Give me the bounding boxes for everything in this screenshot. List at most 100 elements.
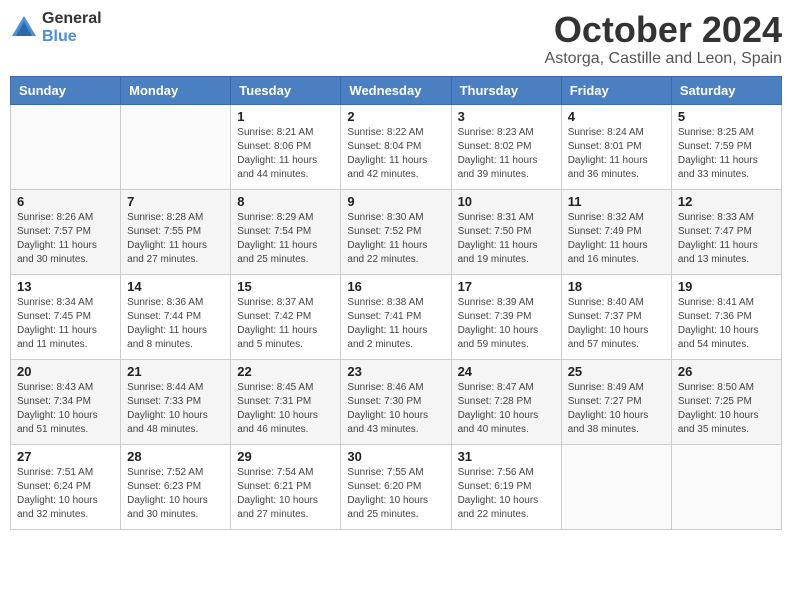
day-number: 28 [127,449,224,464]
day-info: Sunrise: 8:22 AM Sunset: 8:04 PM Dayligh… [347,126,444,182]
calendar-cell: 14Sunrise: 8:36 AM Sunset: 7:44 PM Dayli… [121,274,231,359]
day-number: 20 [17,364,114,379]
logo-blue: Blue [42,28,102,46]
day-info: Sunrise: 8:24 AM Sunset: 8:01 PM Dayligh… [568,126,665,182]
calendar-cell [11,104,121,189]
day-number: 4 [568,109,665,124]
day-info: Sunrise: 7:52 AM Sunset: 6:23 PM Dayligh… [127,466,224,522]
day-number: 10 [458,194,555,209]
day-number: 2 [347,109,444,124]
day-info: Sunrise: 8:41 AM Sunset: 7:36 PM Dayligh… [678,296,775,352]
day-info: Sunrise: 8:31 AM Sunset: 7:50 PM Dayligh… [458,211,555,267]
calendar-cell: 12Sunrise: 8:33 AM Sunset: 7:47 PM Dayli… [671,189,781,274]
day-number: 23 [347,364,444,379]
day-info: Sunrise: 8:26 AM Sunset: 7:57 PM Dayligh… [17,211,114,267]
day-info: Sunrise: 8:23 AM Sunset: 8:02 PM Dayligh… [458,126,555,182]
week-row-1: 1 Sunrise: 8:21 AM Sunset: 8:06 PM Daylig… [11,104,782,189]
day-info: Sunrise: 7:51 AM Sunset: 6:24 PM Dayligh… [17,466,114,522]
calendar-cell: 13Sunrise: 8:34 AM Sunset: 7:45 PM Dayli… [11,274,121,359]
header-row: SundayMondayTuesdayWednesdayThursdayFrid… [11,76,782,104]
day-number: 11 [568,194,665,209]
logo-icon [10,14,38,42]
calendar-cell: 30 Sunrise: 7:55 AM Sunset: 6:20 PM Dayli… [341,444,451,529]
location-title: Astorga, Castille and Leon, Spain [545,50,782,68]
day-number: 7 [127,194,224,209]
calendar-cell: 7 Sunrise: 8:28 AM Sunset: 7:55 PM Daylig… [121,189,231,274]
logo-text: General Blue [42,10,102,45]
day-number: 27 [17,449,114,464]
calendar-cell: 20 Sunrise: 8:43 AM Sunset: 7:34 PM Dayli… [11,359,121,444]
header-cell-tuesday: Tuesday [231,76,341,104]
month-title: October 2024 [545,10,782,50]
calendar-cell: 24Sunrise: 8:47 AM Sunset: 7:28 PM Dayli… [451,359,561,444]
day-number: 6 [17,194,114,209]
day-number: 16 [347,279,444,294]
day-number: 13 [17,279,114,294]
day-number: 30 [347,449,444,464]
day-number: 18 [568,279,665,294]
calendar-cell: 9Sunrise: 8:30 AM Sunset: 7:52 PM Daylig… [341,189,451,274]
day-info: Sunrise: 8:37 AM Sunset: 7:42 PM Dayligh… [237,296,334,352]
calendar-table: SundayMondayTuesdayWednesdayThursdayFrid… [10,76,782,530]
day-number: 21 [127,364,224,379]
calendar-cell: 19 Sunrise: 8:41 AM Sunset: 7:36 PM Dayli… [671,274,781,359]
day-info: Sunrise: 8:29 AM Sunset: 7:54 PM Dayligh… [237,211,334,267]
calendar-cell: 26 Sunrise: 8:50 AM Sunset: 7:25 PM Dayli… [671,359,781,444]
calendar-cell: 31 Sunrise: 7:56 AM Sunset: 6:19 PM Dayli… [451,444,561,529]
day-info: Sunrise: 8:30 AM Sunset: 7:52 PM Dayligh… [347,211,444,267]
day-number: 5 [678,109,775,124]
calendar-cell: 5 Sunrise: 8:25 AM Sunset: 7:59 PM Daylig… [671,104,781,189]
calendar-cell: 4 Sunrise: 8:24 AM Sunset: 8:01 PM Daylig… [561,104,671,189]
calendar-cell: 29Sunrise: 7:54 AM Sunset: 6:21 PM Dayli… [231,444,341,529]
calendar-cell: 2 Sunrise: 8:22 AM Sunset: 8:04 PM Daylig… [341,104,451,189]
header-cell-monday: Monday [121,76,231,104]
day-info: Sunrise: 8:38 AM Sunset: 7:41 PM Dayligh… [347,296,444,352]
day-info: Sunrise: 7:55 AM Sunset: 6:20 PM Dayligh… [347,466,444,522]
day-info: Sunrise: 8:28 AM Sunset: 7:55 PM Dayligh… [127,211,224,267]
calendar-cell: 1 Sunrise: 8:21 AM Sunset: 8:06 PM Daylig… [231,104,341,189]
day-info: Sunrise: 8:46 AM Sunset: 7:30 PM Dayligh… [347,381,444,437]
header-cell-wednesday: Wednesday [341,76,451,104]
calendar-cell: 23 Sunrise: 8:46 AM Sunset: 7:30 PM Dayli… [341,359,451,444]
day-info: Sunrise: 8:50 AM Sunset: 7:25 PM Dayligh… [678,381,775,437]
day-number: 25 [568,364,665,379]
day-number: 14 [127,279,224,294]
day-number: 19 [678,279,775,294]
title-section: October 2024 Astorga, Castille and Leon,… [545,10,782,68]
day-number: 31 [458,449,555,464]
day-number: 22 [237,364,334,379]
day-number: 17 [458,279,555,294]
calendar-cell: 15 Sunrise: 8:37 AM Sunset: 7:42 PM Dayli… [231,274,341,359]
day-info: Sunrise: 8:32 AM Sunset: 7:49 PM Dayligh… [568,211,665,267]
calendar-cell: 25 Sunrise: 8:49 AM Sunset: 7:27 PM Dayli… [561,359,671,444]
logo-general: General [42,10,102,28]
day-info: Sunrise: 8:43 AM Sunset: 7:34 PM Dayligh… [17,381,114,437]
header: General Blue October 2024 Astorga, Casti… [10,10,782,68]
day-number: 15 [237,279,334,294]
day-info: Sunrise: 8:49 AM Sunset: 7:27 PM Dayligh… [568,381,665,437]
header-cell-friday: Friday [561,76,671,104]
day-info: Sunrise: 8:25 AM Sunset: 7:59 PM Dayligh… [678,126,775,182]
day-info: Sunrise: 7:56 AM Sunset: 6:19 PM Dayligh… [458,466,555,522]
day-number: 12 [678,194,775,209]
calendar-cell [671,444,781,529]
header-cell-sunday: Sunday [11,76,121,104]
day-number: 29 [237,449,334,464]
calendar-cell: 21 Sunrise: 8:44 AM Sunset: 7:33 PM Dayli… [121,359,231,444]
day-info: Sunrise: 8:21 AM Sunset: 8:06 PM Dayligh… [237,126,334,182]
calendar-cell: 22Sunrise: 8:45 AM Sunset: 7:31 PM Dayli… [231,359,341,444]
calendar-cell: 17Sunrise: 8:39 AM Sunset: 7:39 PM Dayli… [451,274,561,359]
calendar-cell: 6 Sunrise: 8:26 AM Sunset: 7:57 PM Daylig… [11,189,121,274]
day-info: Sunrise: 8:40 AM Sunset: 7:37 PM Dayligh… [568,296,665,352]
day-info: Sunrise: 8:47 AM Sunset: 7:28 PM Dayligh… [458,381,555,437]
calendar-cell: 28 Sunrise: 7:52 AM Sunset: 6:23 PM Dayli… [121,444,231,529]
calendar-cell: 8 Sunrise: 8:29 AM Sunset: 7:54 PM Daylig… [231,189,341,274]
day-number: 1 [237,109,334,124]
calendar-cell: 27 Sunrise: 7:51 AM Sunset: 6:24 PM Dayli… [11,444,121,529]
day-number: 26 [678,364,775,379]
day-number: 8 [237,194,334,209]
calendar-cell [561,444,671,529]
calendar-cell: 3Sunrise: 8:23 AM Sunset: 8:02 PM Daylig… [451,104,561,189]
day-info: Sunrise: 8:44 AM Sunset: 7:33 PM Dayligh… [127,381,224,437]
week-row-4: 20 Sunrise: 8:43 AM Sunset: 7:34 PM Dayli… [11,359,782,444]
